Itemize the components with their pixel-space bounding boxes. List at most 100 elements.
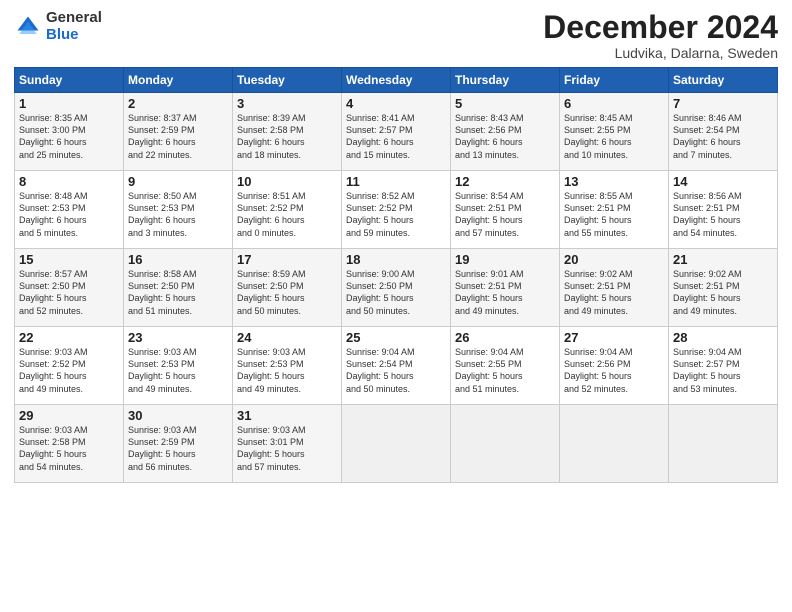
day-number: 14 (673, 174, 773, 189)
day-number: 17 (237, 252, 337, 267)
calendar-cell: 9Sunrise: 8:50 AM Sunset: 2:53 PM Daylig… (124, 171, 233, 249)
day-info: Sunrise: 9:02 AM Sunset: 2:51 PM Dayligh… (673, 268, 773, 317)
calendar-cell: 27Sunrise: 9:04 AM Sunset: 2:56 PM Dayli… (560, 327, 669, 405)
calendar-cell: 21Sunrise: 9:02 AM Sunset: 2:51 PM Dayli… (669, 249, 778, 327)
calendar-cell: 3Sunrise: 8:39 AM Sunset: 2:58 PM Daylig… (233, 93, 342, 171)
calendar-cell: 10Sunrise: 8:51 AM Sunset: 2:52 PM Dayli… (233, 171, 342, 249)
day-info: Sunrise: 8:58 AM Sunset: 2:50 PM Dayligh… (128, 268, 228, 317)
month-title: December 2024 (543, 10, 778, 45)
day-number: 10 (237, 174, 337, 189)
col-wednesday: Wednesday (342, 68, 451, 93)
calendar-cell: 12Sunrise: 8:54 AM Sunset: 2:51 PM Dayli… (451, 171, 560, 249)
day-number: 11 (346, 174, 446, 189)
day-info: Sunrise: 8:51 AM Sunset: 2:52 PM Dayligh… (237, 190, 337, 239)
day-info: Sunrise: 8:55 AM Sunset: 2:51 PM Dayligh… (564, 190, 664, 239)
logo-icon (14, 13, 42, 41)
day-info: Sunrise: 8:45 AM Sunset: 2:55 PM Dayligh… (564, 112, 664, 161)
day-info: Sunrise: 9:03 AM Sunset: 2:58 PM Dayligh… (19, 424, 119, 473)
day-info: Sunrise: 8:57 AM Sunset: 2:50 PM Dayligh… (19, 268, 119, 317)
day-info: Sunrise: 8:46 AM Sunset: 2:54 PM Dayligh… (673, 112, 773, 161)
day-number: 30 (128, 408, 228, 423)
day-number: 18 (346, 252, 446, 267)
calendar-cell (451, 405, 560, 483)
day-info: Sunrise: 8:41 AM Sunset: 2:57 PM Dayligh… (346, 112, 446, 161)
day-number: 3 (237, 96, 337, 111)
calendar-cell: 25Sunrise: 9:04 AM Sunset: 2:54 PM Dayli… (342, 327, 451, 405)
day-info: Sunrise: 8:54 AM Sunset: 2:51 PM Dayligh… (455, 190, 555, 239)
title-block: December 2024 Ludvika, Dalarna, Sweden (543, 10, 778, 61)
calendar-week-2: 8Sunrise: 8:48 AM Sunset: 2:53 PM Daylig… (15, 171, 778, 249)
day-number: 6 (564, 96, 664, 111)
day-number: 7 (673, 96, 773, 111)
calendar-week-5: 29Sunrise: 9:03 AM Sunset: 2:58 PM Dayli… (15, 405, 778, 483)
day-number: 27 (564, 330, 664, 345)
day-info: Sunrise: 8:52 AM Sunset: 2:52 PM Dayligh… (346, 190, 446, 239)
calendar-cell: 6Sunrise: 8:45 AM Sunset: 2:55 PM Daylig… (560, 93, 669, 171)
day-number: 8 (19, 174, 119, 189)
calendar-cell: 7Sunrise: 8:46 AM Sunset: 2:54 PM Daylig… (669, 93, 778, 171)
calendar-cell (560, 405, 669, 483)
day-info: Sunrise: 9:03 AM Sunset: 3:01 PM Dayligh… (237, 424, 337, 473)
day-number: 1 (19, 96, 119, 111)
day-info: Sunrise: 8:59 AM Sunset: 2:50 PM Dayligh… (237, 268, 337, 317)
day-info: Sunrise: 9:02 AM Sunset: 2:51 PM Dayligh… (564, 268, 664, 317)
calendar-cell (669, 405, 778, 483)
calendar-cell: 11Sunrise: 8:52 AM Sunset: 2:52 PM Dayli… (342, 171, 451, 249)
calendar-cell: 20Sunrise: 9:02 AM Sunset: 2:51 PM Dayli… (560, 249, 669, 327)
calendar-cell: 8Sunrise: 8:48 AM Sunset: 2:53 PM Daylig… (15, 171, 124, 249)
calendar-cell: 15Sunrise: 8:57 AM Sunset: 2:50 PM Dayli… (15, 249, 124, 327)
day-number: 28 (673, 330, 773, 345)
col-monday: Monday (124, 68, 233, 93)
day-info: Sunrise: 8:43 AM Sunset: 2:56 PM Dayligh… (455, 112, 555, 161)
day-info: Sunrise: 9:04 AM Sunset: 2:57 PM Dayligh… (673, 346, 773, 395)
day-number: 24 (237, 330, 337, 345)
col-friday: Friday (560, 68, 669, 93)
col-saturday: Saturday (669, 68, 778, 93)
location-subtitle: Ludvika, Dalarna, Sweden (543, 45, 778, 61)
day-number: 22 (19, 330, 119, 345)
logo-general-text: General (46, 10, 102, 27)
calendar-cell: 14Sunrise: 8:56 AM Sunset: 2:51 PM Dayli… (669, 171, 778, 249)
calendar-cell (342, 405, 451, 483)
day-number: 29 (19, 408, 119, 423)
day-info: Sunrise: 9:03 AM Sunset: 2:59 PM Dayligh… (128, 424, 228, 473)
day-number: 19 (455, 252, 555, 267)
calendar-cell: 5Sunrise: 8:43 AM Sunset: 2:56 PM Daylig… (451, 93, 560, 171)
day-number: 9 (128, 174, 228, 189)
logo-text: General Blue (46, 10, 102, 43)
day-number: 4 (346, 96, 446, 111)
day-info: Sunrise: 8:37 AM Sunset: 2:59 PM Dayligh… (128, 112, 228, 161)
calendar-cell: 24Sunrise: 9:03 AM Sunset: 2:53 PM Dayli… (233, 327, 342, 405)
day-info: Sunrise: 8:35 AM Sunset: 3:00 PM Dayligh… (19, 112, 119, 161)
col-sunday: Sunday (15, 68, 124, 93)
day-info: Sunrise: 9:04 AM Sunset: 2:56 PM Dayligh… (564, 346, 664, 395)
day-info: Sunrise: 8:56 AM Sunset: 2:51 PM Dayligh… (673, 190, 773, 239)
day-info: Sunrise: 9:03 AM Sunset: 2:53 PM Dayligh… (128, 346, 228, 395)
day-number: 20 (564, 252, 664, 267)
day-info: Sunrise: 9:04 AM Sunset: 2:54 PM Dayligh… (346, 346, 446, 395)
day-info: Sunrise: 8:39 AM Sunset: 2:58 PM Dayligh… (237, 112, 337, 161)
day-info: Sunrise: 9:01 AM Sunset: 2:51 PM Dayligh… (455, 268, 555, 317)
day-number: 23 (128, 330, 228, 345)
calendar-cell: 16Sunrise: 8:58 AM Sunset: 2:50 PM Dayli… (124, 249, 233, 327)
day-info: Sunrise: 8:50 AM Sunset: 2:53 PM Dayligh… (128, 190, 228, 239)
calendar-week-3: 15Sunrise: 8:57 AM Sunset: 2:50 PM Dayli… (15, 249, 778, 327)
day-info: Sunrise: 9:00 AM Sunset: 2:50 PM Dayligh… (346, 268, 446, 317)
col-thursday: Thursday (451, 68, 560, 93)
day-info: Sunrise: 9:04 AM Sunset: 2:55 PM Dayligh… (455, 346, 555, 395)
day-number: 26 (455, 330, 555, 345)
calendar-cell: 23Sunrise: 9:03 AM Sunset: 2:53 PM Dayli… (124, 327, 233, 405)
day-info: Sunrise: 9:03 AM Sunset: 2:52 PM Dayligh… (19, 346, 119, 395)
calendar-cell: 1Sunrise: 8:35 AM Sunset: 3:00 PM Daylig… (15, 93, 124, 171)
calendar-cell: 18Sunrise: 9:00 AM Sunset: 2:50 PM Dayli… (342, 249, 451, 327)
calendar-cell: 22Sunrise: 9:03 AM Sunset: 2:52 PM Dayli… (15, 327, 124, 405)
calendar-cell: 2Sunrise: 8:37 AM Sunset: 2:59 PM Daylig… (124, 93, 233, 171)
day-info: Sunrise: 9:03 AM Sunset: 2:53 PM Dayligh… (237, 346, 337, 395)
day-number: 25 (346, 330, 446, 345)
logo-blue-text: Blue (46, 27, 102, 44)
calendar-cell: 4Sunrise: 8:41 AM Sunset: 2:57 PM Daylig… (342, 93, 451, 171)
calendar-cell: 26Sunrise: 9:04 AM Sunset: 2:55 PM Dayli… (451, 327, 560, 405)
calendar-week-1: 1Sunrise: 8:35 AM Sunset: 3:00 PM Daylig… (15, 93, 778, 171)
calendar-cell: 17Sunrise: 8:59 AM Sunset: 2:50 PM Dayli… (233, 249, 342, 327)
day-number: 15 (19, 252, 119, 267)
